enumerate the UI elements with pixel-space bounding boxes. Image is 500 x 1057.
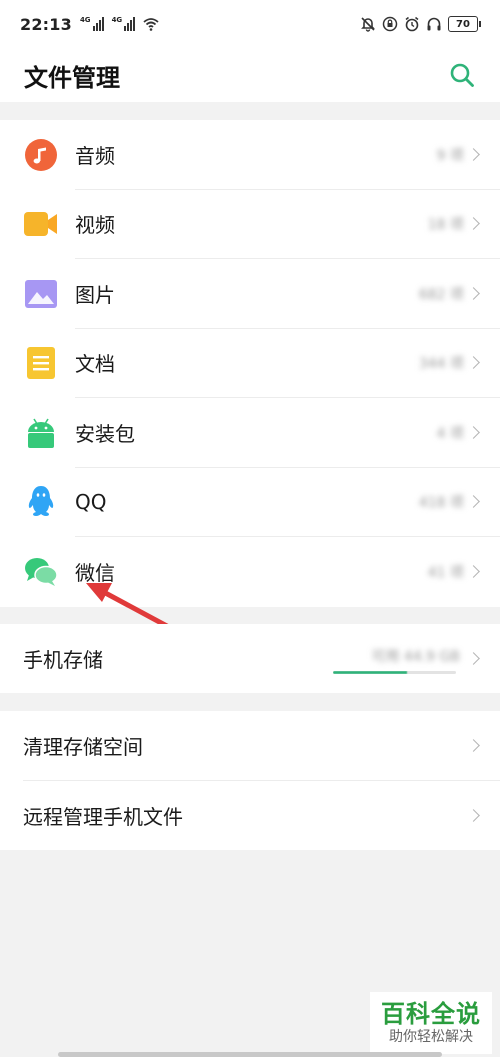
chevron-right-icon [467,495,480,508]
app-header: 文件管理 [0,48,500,102]
category-count: 4 项 [436,425,464,442]
video-camera-icon [24,207,58,241]
chevron-right-icon [467,565,480,578]
watermark-subtitle: 助你轻松解决 [389,1029,473,1045]
storage-available: 可用 44.9 GB [371,649,460,665]
category-label: 视频 [75,213,115,237]
category-video[interactable]: 视频 18 项 [0,189,500,258]
category-count: 41 项 [427,564,464,581]
category-apk[interactable]: 安装包 4 项 [0,398,500,467]
wechat-icon [24,555,58,589]
category-wechat[interactable]: 微信 41 项 [0,537,500,606]
category-audio[interactable]: 音频 9 项 [0,120,500,189]
status-time: 22:13 [20,14,72,34]
category-label: QQ [75,489,107,514]
chevron-right-icon [467,739,480,752]
remote-manage-row[interactable]: 远程管理手机文件 [0,781,500,850]
chevron-right-icon [467,217,480,230]
storage-section: 手机存储 可用 44.9 GB [0,624,500,693]
watermark-title: 百科全说 [381,1000,481,1028]
category-label: 文档 [75,352,115,376]
bell-off-icon [361,17,375,32]
document-icon [24,346,58,380]
category-count: 418 项 [418,494,464,511]
gesture-nav-bar[interactable] [58,1052,442,1057]
watermark: 百科全说 助你轻松解决 [370,992,492,1054]
category-images[interactable]: 图片 682 项 [0,259,500,328]
chevron-right-icon [467,426,480,439]
wifi-icon [143,18,159,31]
battery-indicator: 70 [448,16,481,32]
category-label: 微信 [75,561,115,585]
status-bar: 22:13 4G 4G 70 [0,0,500,48]
android-icon [24,416,58,450]
storage-usage-bar [333,671,456,674]
chevron-right-icon [467,809,480,822]
tool-label: 远程管理手机文件 [23,805,183,829]
status-left: 22:13 4G 4G [20,15,159,34]
category-list: 音频 9 项 视频 18 项 图片 682 项 文档 344 项 安装包 4 项… [0,120,500,607]
headphones-icon [427,17,441,31]
phone-storage-row[interactable]: 手机存储 可用 44.9 GB [0,624,500,693]
category-count: 18 项 [427,216,464,233]
qq-penguin-icon [24,485,58,519]
search-button[interactable] [448,61,476,89]
music-note-icon [24,138,58,172]
cellular-signal-icon-2: 4G [112,17,136,31]
image-icon [24,277,58,311]
category-count: 682 项 [418,286,464,303]
chevron-right-icon [467,652,480,665]
lock-rotation-icon [382,16,398,32]
chevron-right-icon [467,287,480,300]
status-right: 70 [360,16,481,32]
category-label: 安装包 [75,422,135,446]
search-icon [450,63,474,87]
alarm-icon [405,16,419,32]
cellular-signal-icon: 4G [80,17,104,31]
tool-label: 清理存储空间 [23,735,143,759]
chevron-right-icon [467,148,480,161]
chevron-right-icon [467,356,480,369]
page-title: 文件管理 [24,63,120,92]
category-documents[interactable]: 文档 344 项 [0,328,500,397]
category-qq[interactable]: QQ 418 项 [0,467,500,536]
tools-section: 清理存储空间 远程管理手机文件 [0,711,500,850]
category-count: 9 项 [436,147,464,164]
category-label: 图片 [75,283,115,307]
clean-storage-row[interactable]: 清理存储空间 [0,711,500,780]
storage-label: 手机存储 [23,648,103,672]
category-count: 344 项 [418,355,464,372]
category-label: 音频 [75,144,115,168]
storage-usage-fill [333,671,407,674]
